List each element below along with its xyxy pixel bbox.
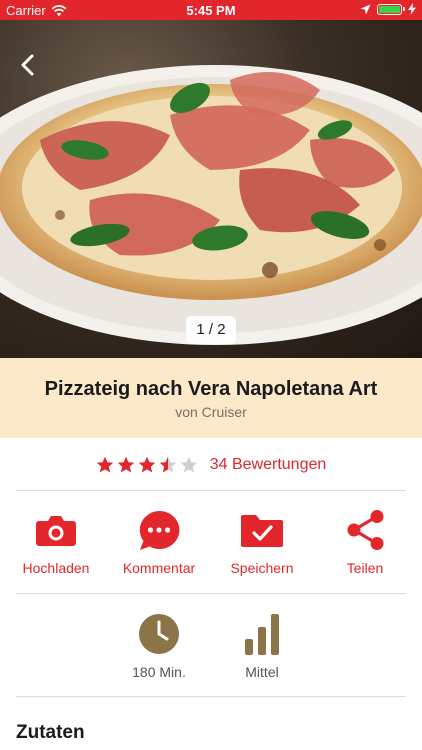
- chevron-left-icon: [21, 54, 34, 76]
- comment-icon: [139, 510, 180, 550]
- difficulty-info: Mittel: [212, 612, 312, 680]
- star-icon: [138, 456, 155, 473]
- divider: [16, 593, 406, 594]
- upload-label: Hochladen: [22, 560, 90, 576]
- title-band: Pizzateig nach Vera Napoletana Art von C…: [0, 358, 422, 438]
- clock: 5:45 PM: [186, 3, 236, 18]
- back-button[interactable]: [14, 50, 44, 80]
- divider: [16, 696, 406, 697]
- star-icon: [117, 456, 134, 473]
- status-bar: Carrier 5:45 PM: [0, 0, 422, 20]
- star-rating[interactable]: [96, 456, 198, 474]
- duration-label: 180 Min.: [132, 664, 186, 680]
- duration-info: 180 Min.: [109, 612, 209, 680]
- rating-row[interactable]: 34 Bewertungen: [0, 452, 422, 478]
- battery-icon: [377, 3, 405, 15]
- difficulty-label: Mittel: [245, 664, 279, 680]
- recipe-title: Pizzateig nach Vera Napoletana Art: [44, 378, 378, 400]
- share-icon: [347, 510, 384, 550]
- upload-button[interactable]: Hochladen: [6, 508, 106, 576]
- comment-button[interactable]: Kommentar: [109, 508, 209, 576]
- save-label: Speichern: [230, 560, 294, 576]
- star-icon: [96, 456, 113, 473]
- recipe-photo[interactable]: 1 / 2: [0, 20, 422, 358]
- star-icon: [180, 456, 197, 473]
- battery-fill: [379, 5, 400, 13]
- comment-label: Kommentar: [122, 560, 196, 576]
- share-label: Teilen: [346, 560, 384, 576]
- difficulty-bars-icon: [245, 614, 279, 655]
- share-button[interactable]: Teilen: [315, 508, 415, 576]
- camera-icon: [36, 516, 76, 546]
- star-icon: [159, 456, 176, 473]
- save-button[interactable]: Speichern: [212, 508, 312, 576]
- recipe-meta: 180 Min. Mittel: [0, 612, 422, 682]
- status-right: [360, 3, 416, 15]
- ingredients-heading: Zutaten: [16, 722, 85, 743]
- charging-bolt-icon: [408, 3, 416, 15]
- folder-check-icon: [241, 515, 283, 547]
- divider: [16, 490, 406, 491]
- pizza-image: [0, 65, 422, 345]
- photo-pager: 1 / 2: [186, 316, 236, 344]
- clock-icon: [139, 614, 179, 654]
- rating-count[interactable]: 34 Bewertungen: [210, 456, 327, 474]
- location-arrow-icon: [360, 4, 371, 14]
- recipe-author[interactable]: von Cruiser: [0, 404, 422, 420]
- action-row: Hochladen Kommentar Speichern Teilen: [0, 508, 422, 578]
